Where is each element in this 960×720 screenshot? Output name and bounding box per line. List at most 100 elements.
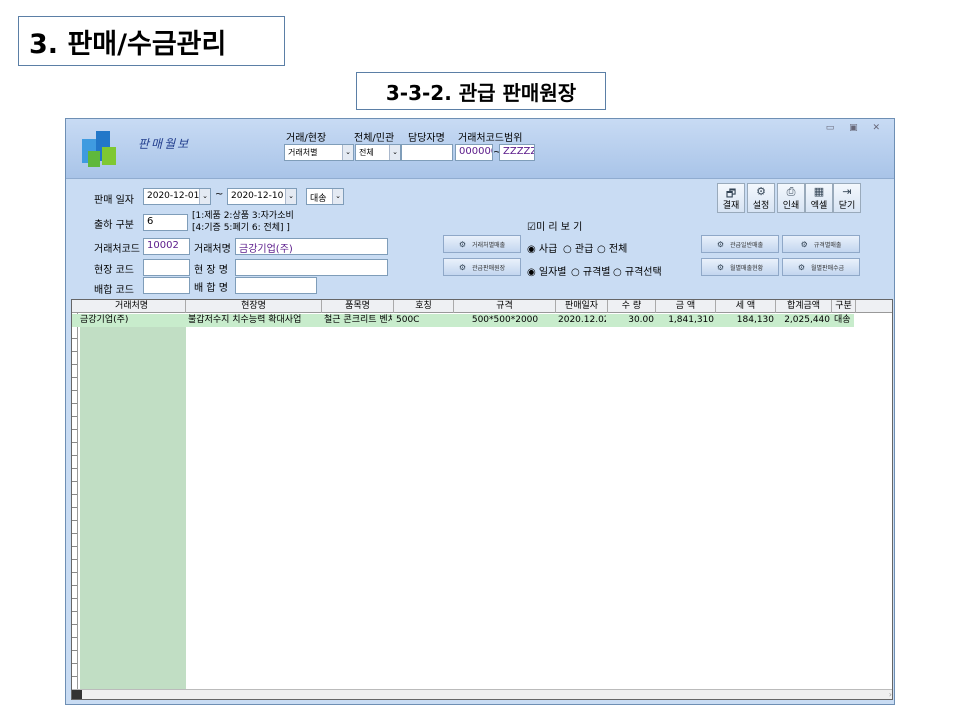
chevron-down-icon: ⌄	[199, 189, 210, 204]
toolbar-button-3[interactable]: ▦ 엑셀	[805, 183, 833, 213]
mix-code-label: 배합 코드	[94, 285, 134, 296]
gear-icon: ⚙	[458, 239, 467, 249]
chevron-down-icon: ⌄	[389, 145, 400, 160]
app-window: 판매월보 거래/현장 거래처별 ⌄ 전체/민관 전체 ⌄ 담당자명 거래처코드범위 …	[65, 118, 895, 705]
radio-by-spec[interactable]: ○ 규격별	[571, 263, 611, 278]
vendor-name-label: 거래처명	[194, 244, 231, 255]
all-gov-select[interactable]: 전체 ⌄	[355, 144, 401, 161]
radio-all[interactable]: ○ 전체	[597, 240, 627, 255]
toolbar-button-label: 닫기	[838, 201, 856, 211]
slide-subtitle: 3-3-2. 관급 판매원장	[356, 72, 606, 110]
toolbar-button-label: 인쇄	[782, 201, 800, 211]
chevron-down-icon: ⌄	[332, 189, 343, 204]
radio-gov[interactable]: ○ 관급	[563, 240, 593, 255]
print-icon: ⎙	[786, 185, 796, 198]
gear-icon: ⚙	[800, 239, 808, 249]
vendor-name-input[interactable]: 금강기업(주)	[235, 238, 388, 255]
settings-icon: ⚙	[756, 185, 766, 198]
radio-private[interactable]: ◉ 사급	[527, 240, 557, 255]
column-header[interactable]: 판매일자	[556, 300, 608, 313]
table-cell: 1,841,310	[668, 315, 714, 325]
manager-input[interactable]	[401, 144, 453, 161]
ship-type-input[interactable]: 6	[143, 214, 188, 231]
column-header[interactable]: 호칭	[394, 300, 454, 313]
gear-icon: ⚙	[797, 262, 806, 272]
column-header[interactable]: 거래처명	[78, 300, 186, 313]
column-header[interactable]: 현장명	[186, 300, 322, 313]
window-controls[interactable]: ▭ ▣ ✕	[826, 123, 886, 133]
column-header[interactable]: 구분	[832, 300, 856, 313]
table-cell: 금강기업(주)	[80, 315, 129, 325]
radio-spec-select[interactable]: ○ 규격선택	[613, 263, 662, 278]
preview-checkbox[interactable]: ☑미 리 보 기	[527, 218, 582, 233]
chevron-down-icon: ⌄	[342, 145, 353, 160]
action-button-2[interactable]: ⚙ 규격별매출	[782, 235, 860, 253]
mix-code-input[interactable]	[143, 277, 190, 294]
date-separator: ~	[215, 189, 224, 200]
table-cell: 대송	[834, 315, 851, 325]
column-header[interactable]: 규격	[454, 300, 556, 313]
toolbar-button-0[interactable]: 🗗 결재	[717, 183, 745, 213]
row-selector-column[interactable]	[72, 313, 78, 699]
gear-icon: ⚙	[716, 262, 725, 272]
mix-name-input[interactable]	[235, 277, 317, 294]
vendor-site-select[interactable]: 거래처별 ⌄	[284, 144, 354, 161]
chevron-down-icon: ⌄	[285, 189, 296, 204]
column-header[interactable]: 품목명	[322, 300, 394, 313]
code-from-input[interactable]: 000000	[455, 144, 493, 161]
sale-date-label: 판매 일자	[94, 195, 134, 206]
scroll-right-icon[interactable]: ›	[889, 690, 892, 699]
vendor-code-label: 거래처코드	[94, 244, 140, 255]
radio-by-date[interactable]: ◉ 일자별	[527, 263, 567, 278]
action-button-5[interactable]: ⚙ 월별판매수금	[782, 258, 860, 276]
column-header[interactable]: 세 액	[716, 300, 776, 313]
vendor-site-label: 거래/현장	[286, 133, 327, 144]
table-cell: 184,130	[736, 315, 774, 325]
grid-header: 거래처명 현장명 품목명 호칭 규격 판매일자 수 량금 액세 액 합계금액 구분	[72, 300, 892, 313]
vendor-code-input[interactable]: 10002	[143, 238, 190, 255]
toolbar-button-label: 설정	[752, 201, 770, 211]
mix-name-label: 배 합 명	[194, 283, 228, 294]
table-cell: 30.00	[628, 315, 654, 325]
action-button-label: 거래처별매출	[472, 241, 506, 249]
toolbar-button-label: 결재	[722, 201, 740, 211]
action-button-label: 규격별매출	[813, 241, 842, 249]
site-name-label: 현 장 명	[194, 265, 228, 276]
table-cell: 2020.12.02 (	[558, 315, 606, 325]
toolbar-button-1[interactable]: ⚙ 설정	[747, 183, 775, 213]
app-title: 판매월보	[138, 137, 191, 151]
site-code-input[interactable]	[143, 259, 190, 276]
date-from-picker[interactable]: 2020-12-01 ⌄	[143, 188, 211, 205]
toolbar-button-4[interactable]: ⇥ 닫기	[833, 183, 861, 213]
code-to-input[interactable]: ZZZZZZ	[499, 144, 535, 161]
horizontal-scrollbar[interactable]: ›	[72, 689, 892, 699]
action-button-4[interactable]: ⚙ 월별매출현황	[701, 258, 779, 276]
action-button-1[interactable]: ⚙ 관급일반매출	[701, 235, 779, 253]
gear-icon: ⚙	[716, 239, 725, 249]
action-button-label: 관급판매원장	[472, 264, 506, 272]
scroll-left-button[interactable]	[72, 690, 82, 699]
action-button-0[interactable]: ⚙ 거래처별매출	[443, 235, 521, 253]
column-header[interactable]: 수 량	[608, 300, 656, 313]
table-row[interactable]: 금강기업(주) 불갑저수지 치수능력 확대사업 철근 콘크리트 벤치플 500C 500…	[72, 314, 854, 327]
type-select[interactable]: 대송 ⌄	[306, 188, 344, 205]
table-cell: 500*500*2000	[471, 315, 539, 325]
toolbar-button-2[interactable]: ⎙ 인쇄	[777, 183, 805, 213]
site-name-input[interactable]	[235, 259, 388, 276]
code-range-label: 거래처코드범위	[458, 133, 523, 144]
ship-type-note-1: [1:제품 2:상품 3:자가소비	[192, 211, 294, 221]
app-logo-icon	[82, 131, 116, 167]
table-cell: 불갑저수지 치수능력 확대사업	[188, 315, 302, 325]
action-button-label: 관급일반매출	[730, 241, 764, 249]
sales-ledger-grid[interactable]: 거래처명 현장명 품목명 호칭 규격 판매일자 수 량금 액세 액 합계금액 구분 금강기업(주…	[71, 299, 893, 700]
table-cell: 500C	[396, 315, 420, 325]
column-header[interactable]: 금 액	[656, 300, 716, 313]
action-button-label: 월별판매수금	[811, 264, 845, 272]
action-button-3[interactable]: ⚙ 관급판매원장	[443, 258, 521, 276]
date-to-picker[interactable]: 2020-12-10 ⌄	[227, 188, 297, 205]
site-code-label: 현장 코드	[94, 265, 134, 276]
table-cell: 2,025,440	[784, 315, 830, 325]
column-header[interactable]: 합계금액	[776, 300, 832, 313]
exit-icon: ⇥	[842, 185, 852, 198]
table-cell: 철근 콘크리트 벤치플	[324, 315, 392, 325]
